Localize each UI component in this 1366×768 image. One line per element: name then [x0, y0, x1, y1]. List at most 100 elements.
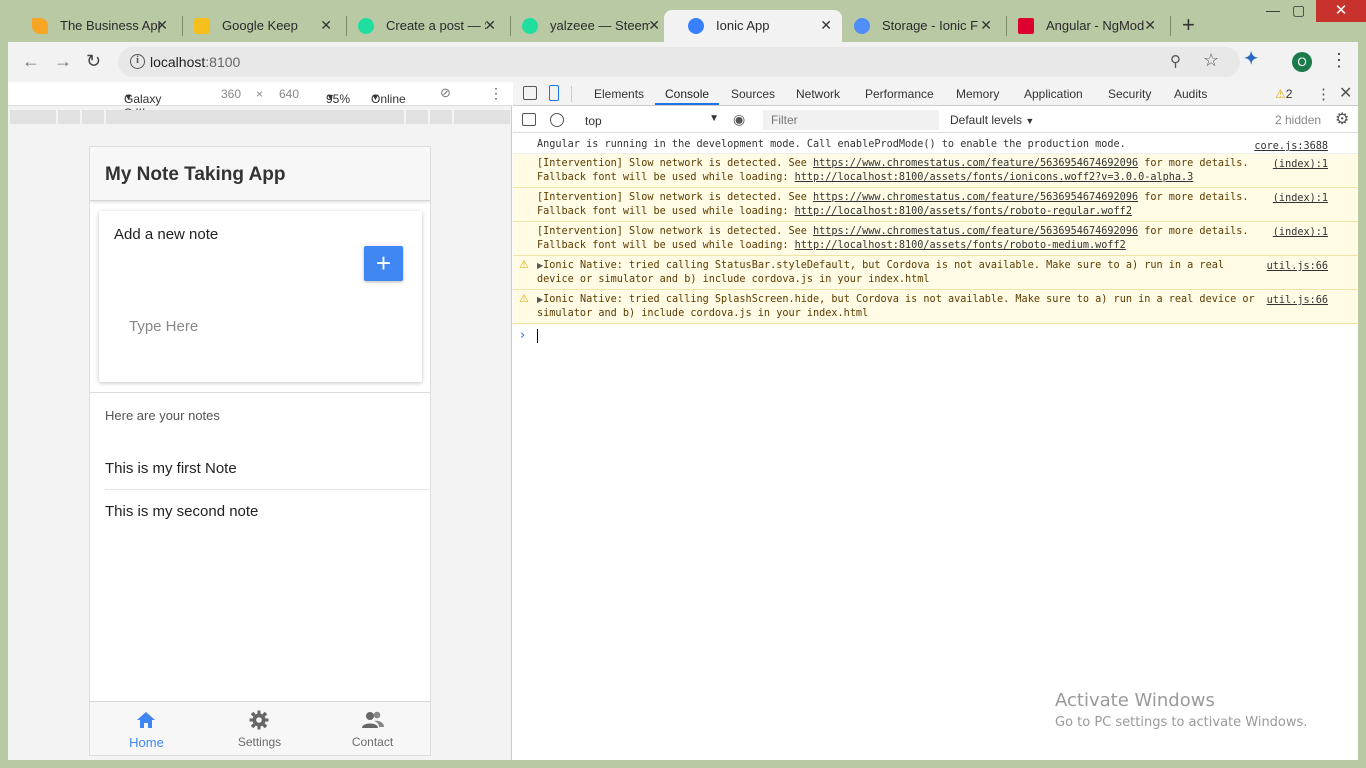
close-icon[interactable]: ✕ — [156, 17, 168, 34]
browser-window: The Business App - ✕ Google Keep ✕ Creat… — [0, 0, 1366, 768]
browser-tab[interactable]: The Business App - ✕ — [8, 10, 178, 42]
dimension-times: × — [256, 87, 264, 101]
context-value: top — [585, 114, 602, 128]
tab-console[interactable]: Console — [665, 87, 709, 101]
note-item[interactable]: This is my second note — [105, 503, 258, 520]
tab-settings[interactable]: Settings — [203, 702, 316, 755]
media-query-bar[interactable] — [10, 110, 510, 124]
forward-button[interactable]: → — [54, 51, 72, 71]
tab-security[interactable]: Security — [1108, 87, 1151, 101]
tab-strip: The Business App - ✕ Google Keep ✕ Creat… — [0, 0, 1366, 42]
device-menu-icon[interactable]: ⋮ — [489, 85, 503, 102]
maximize-button[interactable]: ▢ — [1292, 2, 1305, 19]
note-item[interactable]: This is my first Note — [105, 460, 237, 477]
device-width[interactable]: 360 — [221, 87, 241, 101]
message-link[interactable]: http://localhost:8100/assets/fonts/robot… — [795, 240, 1126, 251]
clear-console-icon[interactable] — [550, 113, 564, 127]
gear-icon — [249, 710, 269, 730]
extension-icon[interactable]: ✦ — [1244, 49, 1258, 69]
message-link[interactable]: http://localhost:8100/assets/fonts/robot… — [795, 206, 1132, 217]
close-icon[interactable]: ✕ — [648, 17, 660, 34]
minimize-button[interactable]: — — [1266, 2, 1280, 18]
reload-button[interactable]: ↻ — [86, 51, 101, 71]
url-text[interactable]: localhost:8100 — [150, 54, 240, 70]
tab-elements[interactable]: Elements — [594, 87, 644, 101]
tab-contact[interactable]: Contact — [316, 702, 429, 755]
eye-icon[interactable]: ◉ — [733, 111, 745, 128]
message-source-link[interactable]: (index):1 — [1273, 226, 1328, 240]
tab-home[interactable]: Home — [90, 702, 203, 755]
gear-icon[interactable]: ⚙ — [1335, 109, 1349, 129]
warning-count: 2 — [1285, 87, 1293, 101]
close-icon[interactable]: ✕ — [1144, 17, 1156, 34]
filter-input[interactable] — [763, 110, 939, 130]
close-icon[interactable]: ✕ — [320, 17, 332, 34]
address-bar[interactable]: i localhost:8100 ⚲ ☆ — [118, 47, 1240, 77]
browser-tab-active[interactable]: Ionic App ✕ — [664, 10, 842, 42]
message-link[interactable]: http://localhost:8100/assets/fonts/ionic… — [795, 172, 1194, 183]
message-link[interactable]: https://www.chromestatus.com/feature/563… — [813, 158, 1138, 169]
devtools-panel: Elements Console Sources Network Perform… — [513, 82, 1358, 760]
new-tab-button[interactable]: + — [1182, 14, 1195, 36]
profile-avatar[interactable]: O — [1292, 52, 1312, 72]
browser-tab[interactable]: Google Keep ✕ — [170, 10, 342, 42]
hidden-count: 2 hidden — [1275, 113, 1322, 127]
app-tab-bar: Home Settings Contact — [90, 701, 430, 755]
tab-application[interactable]: Application — [1024, 87, 1083, 101]
browser-tab[interactable]: Create a post — St ✕ — [334, 10, 506, 42]
zoom-icon[interactable]: ⚲ — [1170, 52, 1181, 70]
tab-network[interactable]: Network — [796, 87, 840, 101]
tab-title: Ionic App — [716, 18, 770, 33]
info-icon[interactable]: i — [130, 54, 145, 69]
browser-menu-icon[interactable]: ⋮ — [1330, 50, 1348, 71]
devtools-menu-icon[interactable]: ⋮ — [1316, 85, 1331, 103]
warning-icon: ⚠ — [519, 258, 529, 271]
message-source-link[interactable]: util.js:66 — [1267, 294, 1328, 308]
tab-title: Storage - Ionic Fra — [882, 18, 978, 33]
message-source-link[interactable]: util.js:66 — [1267, 260, 1328, 274]
levels-select[interactable]: Default levels ▼ — [950, 113, 1034, 127]
tab-sources[interactable]: Sources — [731, 87, 775, 101]
browser-tab[interactable]: yalzeee — Steemit ✕ — [498, 10, 670, 42]
browser-tab[interactable]: Angular - NgModu ✕ — [994, 10, 1166, 42]
message-source-link[interactable]: core.js:3688 — [1254, 140, 1328, 154]
console-message: [Intervention] Slow network is detected.… — [513, 154, 1358, 188]
window-close-button[interactable]: ✕ — [1316, 0, 1366, 22]
contacts-icon — [362, 710, 384, 730]
warning-count-badge[interactable]: ⚠2 — [1275, 87, 1292, 101]
back-button[interactable]: ← — [22, 51, 40, 71]
message-link[interactable]: https://www.chromestatus.com/feature/563… — [813, 226, 1138, 237]
angular-icon — [1018, 18, 1034, 34]
levels-value: Default levels — [950, 113, 1023, 127]
console-message: ⚠ ▶Ionic Native: tried calling StatusBar… — [513, 256, 1358, 290]
message-link[interactable]: https://www.chromestatus.com/feature/563… — [813, 192, 1138, 203]
close-icon[interactable]: ✕ — [980, 17, 992, 34]
inspect-icon[interactable] — [523, 86, 537, 100]
message-text: Ionic Native: tried calling SplashScreen… — [537, 294, 1255, 319]
console-input[interactable] — [537, 329, 538, 343]
device-toggle-icon[interactable] — [549, 85, 559, 101]
add-note-card: Add a new note + — [99, 211, 422, 382]
bookmark-star-icon[interactable]: ☆ — [1203, 50, 1219, 71]
close-icon[interactable]: ✕ — [484, 17, 496, 34]
device-height[interactable]: 640 — [279, 87, 299, 101]
context-select[interactable]: top ▼ — [579, 110, 719, 130]
tab-performance[interactable]: Performance — [865, 87, 934, 101]
app-header: My Note Taking App — [90, 147, 430, 201]
add-note-button[interactable]: + — [364, 246, 403, 281]
rotate-icon[interactable]: ⊘ — [440, 85, 451, 101]
note-input[interactable] — [129, 314, 399, 338]
message-source-link[interactable]: (index):1 — [1273, 192, 1328, 206]
tab-title: Angular - NgModu — [1046, 18, 1144, 33]
firebase-icon — [32, 18, 48, 34]
tab-memory[interactable]: Memory — [956, 87, 999, 101]
browser-tab[interactable]: Storage - Ionic Fra ✕ — [830, 10, 1002, 42]
sidebar-toggle-icon[interactable] — [522, 113, 536, 126]
tab-title: The Business App - — [60, 18, 160, 33]
console-message: ⚠ ▶Ionic Native: tried calling SplashScr… — [513, 290, 1358, 324]
tab-audits[interactable]: Audits — [1174, 87, 1207, 101]
url-host: localhost — [150, 54, 206, 70]
page-content: Galaxy S III ▼ 360 × 640 95% ▼ Online ▼ … — [8, 82, 1358, 760]
close-icon[interactable]: ✕ — [1339, 83, 1352, 103]
message-source-link[interactable]: (index):1 — [1273, 158, 1328, 172]
